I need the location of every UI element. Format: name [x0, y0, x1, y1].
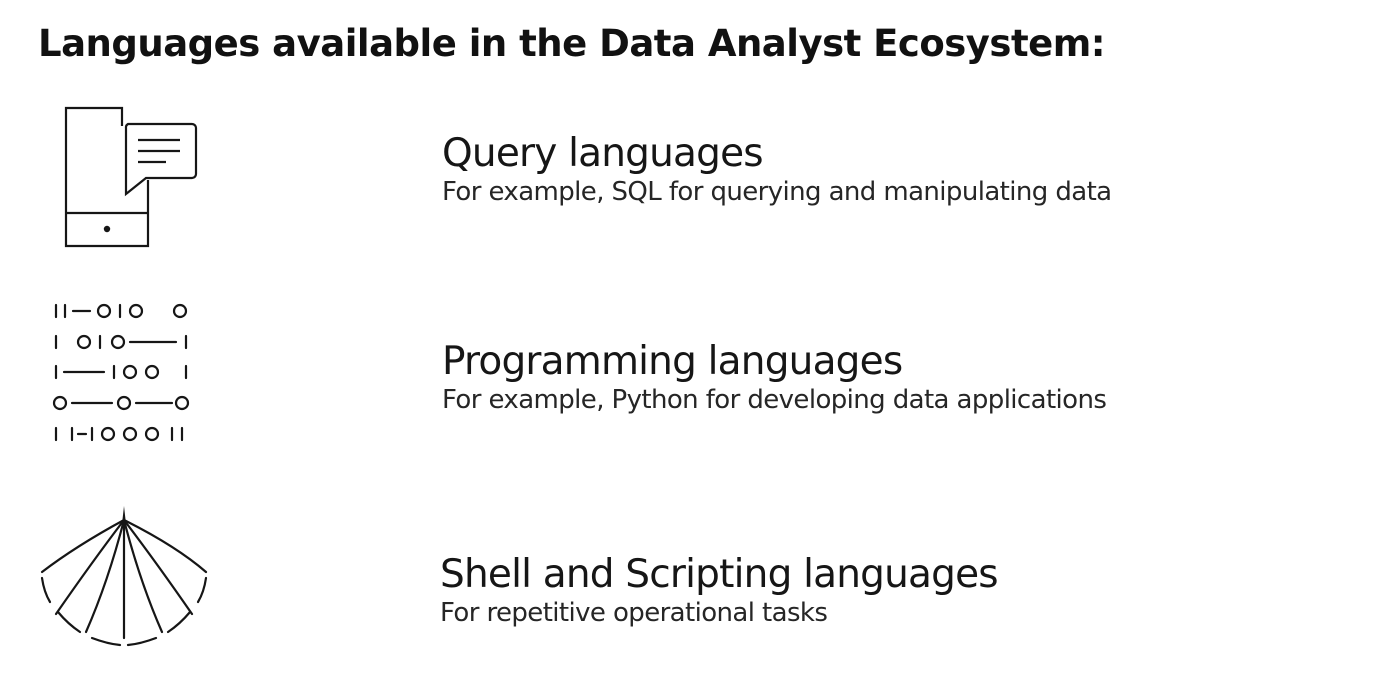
binary-code-icon	[52, 303, 190, 442]
slide-title: Languages available in the Data Analyst …	[38, 22, 1106, 65]
item-heading: Query languages	[442, 131, 764, 176]
item-heading: Programming languages	[442, 339, 903, 384]
item-description: For example, SQL for querying and manipu…	[442, 177, 1112, 207]
fan-lines-icon	[40, 506, 208, 647]
item-description: For example, Python for developing data …	[442, 385, 1107, 415]
item-description: For repetitive operational tasks	[440, 598, 828, 628]
item-shell-scripting-languages: Shell and Scripting languages For repeti…	[440, 552, 999, 629]
item-query-languages: Query languages For example, SQL for que…	[442, 132, 1112, 208]
item-programming-languages: Programming languages For example, Pytho…	[442, 339, 1107, 416]
item-heading: Shell and Scripting languages	[440, 552, 999, 597]
mobile-chat-icon	[64, 106, 198, 248]
